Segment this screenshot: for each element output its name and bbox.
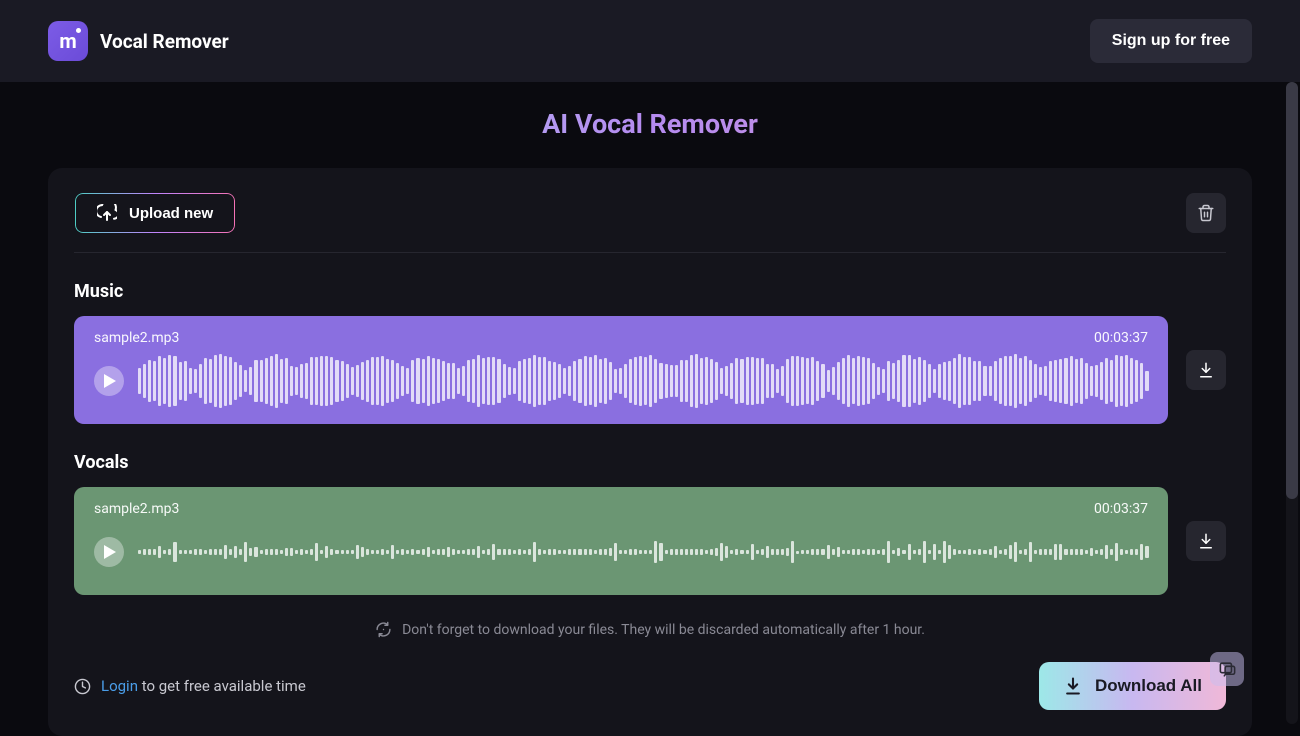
page-title: AI Vocal Remover [0, 82, 1300, 168]
upload-new-button[interactable]: Upload new [74, 192, 236, 234]
reminder-text: Don't forget to download your files. The… [402, 622, 925, 638]
download-icon [1197, 361, 1215, 379]
download-icon [1197, 532, 1215, 550]
music-duration: 00:03:37 [1094, 330, 1148, 346]
app-header: m Vocal Remover Sign up for free [0, 0, 1300, 82]
footer-row: Login to get free available time Downloa… [74, 662, 1226, 710]
login-prompt: Login to get free available time [74, 677, 306, 695]
feedback-button[interactable] [1210, 652, 1244, 686]
play-icon [104, 545, 116, 559]
signup-button[interactable]: Sign up for free [1090, 19, 1252, 63]
download-all-button[interactable]: Download All [1039, 662, 1226, 710]
trash-icon [1197, 204, 1215, 222]
download-all-label: Download All [1095, 676, 1202, 696]
info-refresh-icon [375, 621, 392, 638]
vocals-track-row: sample2.mp3 00:03:37 [74, 487, 1226, 595]
login-link[interactable]: Login [101, 677, 138, 695]
card-header: Upload new [74, 192, 1226, 253]
play-icon [104, 374, 116, 388]
feedback-icon [1218, 660, 1237, 679]
login-rest-text: to get free available time [138, 677, 306, 695]
scrollbar-thumb[interactable] [1286, 82, 1298, 499]
vocals-section-title: Vocals [74, 452, 1226, 473]
music-filename: sample2.mp3 [94, 330, 179, 346]
upload-icon [97, 204, 117, 222]
upload-new-label: Upload new [129, 205, 213, 222]
app-name: Vocal Remover [100, 30, 229, 53]
page-scrollbar[interactable] [1286, 82, 1298, 724]
main-card: Upload new Music sample2.mp3 00:03:37 [48, 168, 1252, 736]
music-download-button[interactable] [1186, 350, 1226, 390]
music-track-row: sample2.mp3 00:03:37 [74, 316, 1226, 424]
vocals-download-button[interactable] [1186, 521, 1226, 561]
vocals-waveform[interactable] [138, 527, 1148, 577]
app-logo[interactable]: m [48, 21, 88, 61]
vocals-duration: 00:03:37 [1094, 501, 1148, 517]
clock-icon [74, 678, 91, 695]
vocals-track: sample2.mp3 00:03:37 [74, 487, 1168, 595]
delete-button[interactable] [1186, 193, 1226, 233]
music-track: sample2.mp3 00:03:37 [74, 316, 1168, 424]
music-waveform[interactable] [138, 356, 1148, 406]
logo-area: m Vocal Remover [48, 21, 229, 61]
reminder-row: Don't forget to download your files. The… [74, 621, 1226, 638]
vocals-play-button[interactable] [94, 537, 124, 567]
vocals-filename: sample2.mp3 [94, 501, 179, 517]
music-section-title: Music [74, 281, 1226, 302]
music-play-button[interactable] [94, 366, 124, 396]
download-icon [1063, 676, 1083, 696]
